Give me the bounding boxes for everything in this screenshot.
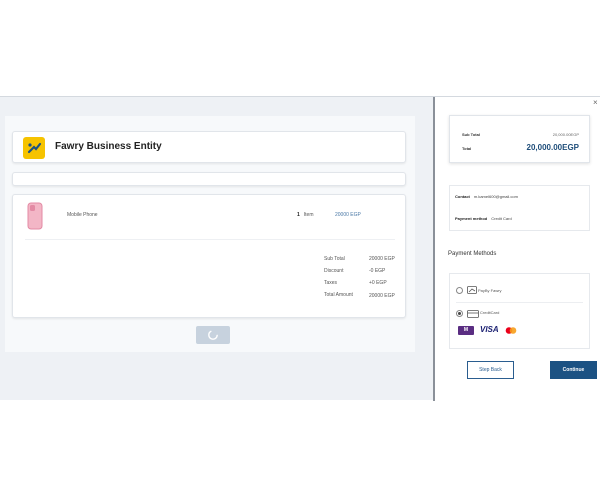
- fawry-logo-icon: [23, 137, 45, 159]
- payment-methods-card: PayBy Fawry CreditCard M VISA: [449, 273, 590, 349]
- payment-methods-title: Payment Methods: [448, 251, 497, 257]
- subtotal-value: 20000 EGP: [369, 256, 395, 262]
- meeza-logo-icon: M: [458, 326, 474, 335]
- taxes-value: +0 EGP: [369, 280, 387, 286]
- payment-panel: × Sub Total 20,000.00EGP Total 20,000.00…: [433, 97, 600, 401]
- continue-button[interactable]: Continue: [550, 361, 597, 379]
- panel-total-value: 20,000.00EGP: [526, 143, 579, 152]
- checkout-stage: Fawry Business Entity Mobile Phone 1 Item…: [0, 96, 600, 401]
- payment-method-row: Payment method Credit Card: [455, 216, 512, 221]
- info-strip: [12, 172, 406, 186]
- contact-row: Contact m.kamel600@gmail.com: [455, 194, 518, 199]
- product-image: [27, 202, 43, 230]
- step-back-button[interactable]: Step Back: [467, 361, 514, 379]
- spinner-icon: [208, 330, 218, 340]
- product-price: 20000 EGP: [335, 212, 361, 218]
- payby-fawry-label[interactable]: PayBy Fawry: [478, 288, 502, 293]
- loading-button[interactable]: [196, 326, 230, 344]
- subtotal-label: Sub Total: [324, 256, 345, 262]
- mastercard-logo-icon: [505, 327, 517, 334]
- fawry-icon: [467, 286, 477, 294]
- product-name: Mobile Phone: [67, 212, 98, 218]
- merchant-header: Fawry Business Entity: [12, 131, 406, 163]
- visa-logo-icon: VISA: [480, 325, 499, 334]
- order-summary-card: Mobile Phone 1 Item 20000 EGP Sub Total 2…: [12, 194, 406, 318]
- order-area: Fawry Business Entity Mobile Phone 1 Item…: [0, 97, 433, 401]
- panel-subtotal-value: 20,000.00EGP: [552, 132, 579, 137]
- contact-card: Contact m.kamel600@gmail.com Payment meth…: [449, 185, 590, 231]
- payby-fawry-radio[interactable]: [456, 287, 463, 294]
- total-amount-value: 20000 EGP: [369, 293, 395, 299]
- product-qty: 1 Item: [297, 212, 314, 218]
- discount-label: Discount: [324, 268, 344, 274]
- divider: [456, 302, 583, 303]
- order-container: Fawry Business Entity Mobile Phone 1 Item…: [5, 116, 415, 352]
- credit-card-icon: [467, 310, 479, 318]
- creditcard-radio[interactable]: [456, 310, 463, 317]
- taxes-label: Taxes: [324, 280, 338, 286]
- panel-total-label: Total: [462, 146, 472, 151]
- discount-value: -0 EGP: [369, 268, 386, 274]
- close-icon[interactable]: ×: [593, 98, 598, 107]
- creditcard-label[interactable]: CreditCard: [480, 310, 499, 315]
- panel-subtotal-label: Sub Total: [462, 132, 480, 137]
- total-amount-label: Total Amount: [324, 292, 353, 298]
- merchant-name: Fawry Business Entity: [55, 141, 162, 152]
- divider: [25, 239, 395, 240]
- totals-card: Sub Total 20,000.00EGP Total 20,000.00EG…: [449, 115, 590, 163]
